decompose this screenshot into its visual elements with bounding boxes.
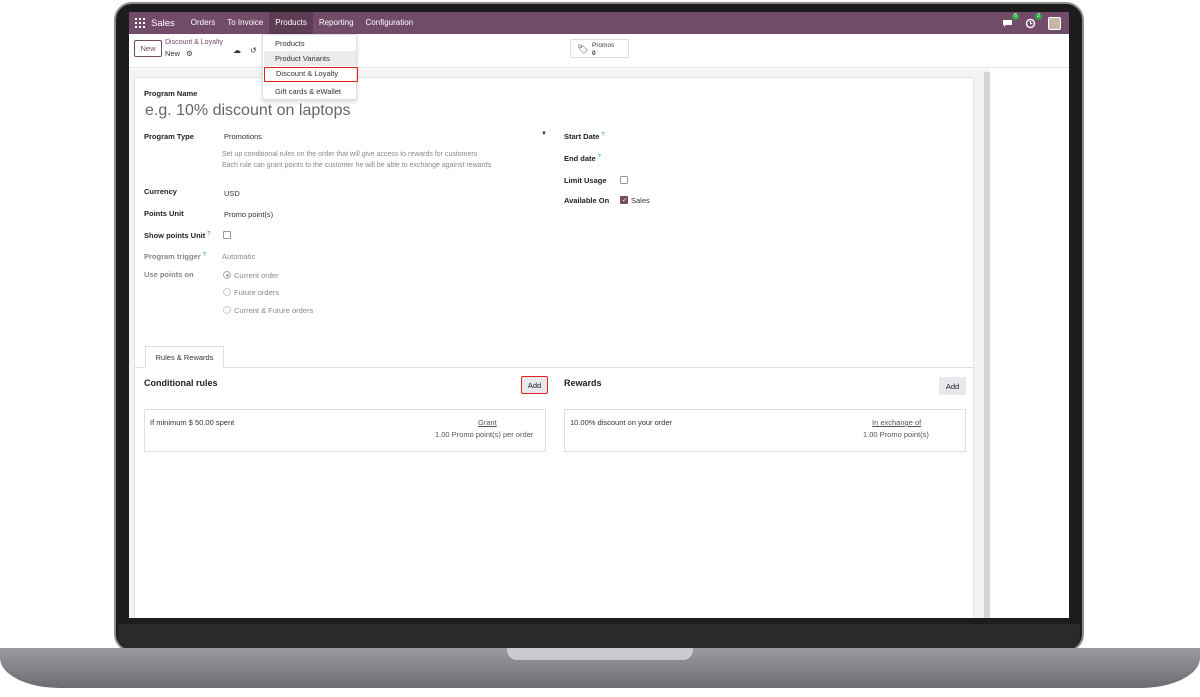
help-icon[interactable]: ? — [601, 132, 604, 138]
program-trigger-text: Program trigger — [144, 252, 201, 261]
menu-orders[interactable]: Orders — [185, 12, 221, 34]
caret-down-icon: ▼ — [541, 131, 547, 137]
top-navbar: Sales Orders To Invoice Products Reporti… — [129, 12, 1069, 34]
menu-configuration[interactable]: Configuration — [360, 12, 420, 34]
rule-text: If minimum $ 50.00 spent — [150, 418, 235, 427]
screen: Sales Orders To Invoice Products Reporti… — [129, 12, 1069, 618]
app-name[interactable]: Sales — [151, 18, 175, 29]
program-trigger-value: Automatic — [222, 252, 256, 261]
limit-usage-label: Limit Usage — [564, 176, 607, 185]
radio-future-orders-label: Future orders — [234, 288, 280, 297]
laptop-frame: Sales Orders To Invoice Products Reporti… — [0, 0, 1200, 697]
conditional-rules-title: Conditional rules — [144, 378, 218, 388]
tags-icon: 🏷 — [577, 44, 589, 54]
currency-value[interactable]: USD — [224, 189, 240, 198]
reward-text: 10.00% discount on your order — [570, 418, 673, 427]
show-points-unit-checkbox[interactable] — [223, 231, 231, 239]
tab-divider — [135, 367, 973, 368]
apps-grid-icon[interactable] — [135, 18, 145, 28]
menu-to-invoice[interactable]: To Invoice — [221, 12, 269, 34]
help-icon[interactable]: ? — [203, 252, 206, 258]
add-rule-button[interactable]: Add — [521, 376, 548, 394]
show-points-unit-label: Show points Unit? — [144, 231, 210, 240]
menu-products[interactable]: Products — [269, 12, 313, 34]
products-dropdown-menu: Products Product Variants Discount & Loy… — [262, 34, 358, 100]
navbar-right: 6 2 — [1002, 12, 1061, 34]
promos-count: 0 — [592, 50, 596, 57]
breadcrumb-current: New — [165, 49, 181, 58]
points-unit-label: Points Unit — [144, 209, 184, 218]
messages-badge: 6 — [1011, 12, 1019, 20]
end-date-text: End date — [564, 154, 596, 163]
form-sheet: Program Name Program Type Promotions ▼ S… — [134, 77, 974, 618]
laptop-base-notch — [507, 648, 693, 660]
program-type-help-1: Set up conditional rules on the order th… — [222, 151, 478, 158]
rewards-title: Rewards — [564, 378, 602, 388]
program-name-label: Program Name — [144, 89, 198, 98]
dropdown-item-product-variants[interactable]: Product Variants — [264, 51, 356, 66]
dropdown-item-gift-cards[interactable]: Gift cards & eWallet — [264, 84, 356, 99]
help-icon[interactable]: ? — [598, 154, 601, 160]
available-on-sales-checkbox[interactable] — [620, 196, 628, 204]
program-type-label: Program Type — [144, 132, 194, 141]
start-date-label: Start Date? — [564, 132, 605, 141]
menu-reporting[interactable]: Reporting — [313, 12, 360, 34]
radio-future-orders[interactable] — [223, 288, 231, 296]
dropdown-item-products[interactable]: Products — [264, 36, 356, 51]
new-button[interactable]: New — [134, 40, 162, 57]
promos-smart-button[interactable]: 🏷 Promos 0 — [570, 39, 629, 58]
scrollbar[interactable] — [984, 72, 990, 618]
end-date-label: End date? — [564, 154, 601, 163]
user-avatar[interactable] — [1048, 16, 1061, 30]
radio-current-order[interactable] — [223, 271, 231, 279]
reward-card[interactable]: 10.00% discount on your order In exchang… — [564, 409, 966, 452]
points-unit-value[interactable]: Promo point(s) — [224, 210, 273, 219]
program-type-help-2: Each rule can grant points to the custom… — [222, 162, 492, 169]
help-icon[interactable]: ? — [207, 231, 210, 237]
program-type-select[interactable]: Promotions ▼ — [223, 131, 549, 143]
breadcrumb-parent[interactable]: Discount & Loyalty — [165, 39, 223, 46]
limit-usage-checkbox[interactable] — [620, 176, 628, 184]
discard-icon[interactable]: ↺ — [250, 46, 257, 55]
promos-label: Promos — [592, 42, 615, 49]
rule-card[interactable]: If minimum $ 50.00 spent Grant 1.00 Prom… — [144, 409, 546, 452]
currency-label: Currency — [144, 187, 177, 196]
reward-exchange-link: In exchange of — [872, 418, 922, 427]
use-points-on-label: Use points on — [144, 270, 194, 279]
available-on-sales-label: Sales — [631, 196, 650, 205]
messages-icon[interactable]: 6 — [1002, 12, 1019, 29]
radio-current-future-orders-label: Current & Future orders — [234, 306, 314, 315]
show-points-unit-text: Show points Unit — [144, 231, 206, 240]
activities-badge: 2 — [1034, 12, 1042, 20]
laptop-bezel-bottom — [118, 624, 1080, 650]
radio-current-order-label: Current order — [234, 271, 279, 280]
tab-rules-rewards[interactable]: Rules & Rewards — [145, 346, 224, 368]
start-date-text: Start Date — [564, 132, 600, 141]
reward-points-text: 1.00 Promo point(s) — [863, 430, 929, 439]
radio-current-future-orders[interactable] — [223, 306, 231, 314]
cloud-save-icon[interactable]: ☁ — [233, 46, 241, 55]
dropdown-item-discount-loyalty[interactable]: Discount & Loyalty — [264, 67, 358, 82]
program-trigger-label: Program trigger? — [144, 252, 206, 261]
add-reward-button[interactable]: Add — [939, 377, 966, 395]
activities-icon[interactable]: 2 — [1025, 12, 1042, 29]
available-on-label: Available On — [564, 196, 610, 205]
rule-grant-link: Grant — [478, 418, 497, 427]
program-name-input[interactable] — [145, 102, 545, 120]
right-panel — [990, 69, 1069, 618]
rule-points-text: 1.00 Promo point(s) per order — [435, 430, 534, 439]
program-type-value: Promotions — [224, 132, 262, 141]
gear-icon[interactable]: ⚙ — [186, 49, 193, 58]
